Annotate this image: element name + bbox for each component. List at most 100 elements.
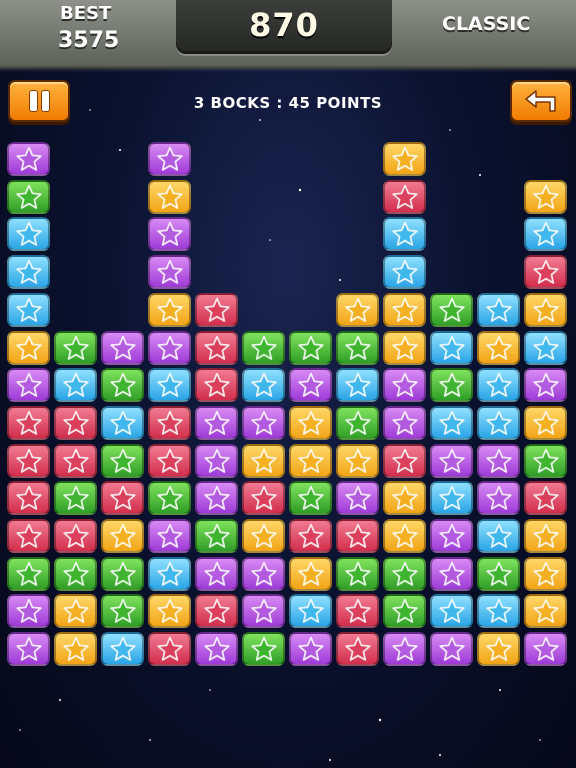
purple-star-block[interactable] — [7, 142, 50, 176]
red-star-block[interactable] — [242, 481, 285, 516]
blue-star-block[interactable] — [477, 292, 520, 327]
yellow-star-block[interactable] — [524, 292, 567, 327]
purple-star-block[interactable] — [195, 443, 238, 478]
green-star-block[interactable] — [242, 632, 285, 667]
blue-star-block[interactable] — [101, 632, 144, 667]
green-star-block[interactable] — [430, 368, 473, 403]
green-star-block[interactable] — [54, 556, 97, 591]
red-star-block[interactable] — [195, 330, 238, 365]
green-star-block[interactable] — [7, 179, 50, 214]
purple-star-block[interactable] — [195, 481, 238, 516]
red-star-block[interactable] — [524, 255, 567, 290]
red-star-block[interactable] — [336, 519, 379, 553]
purple-star-block[interactable] — [383, 368, 426, 403]
blue-star-block[interactable] — [430, 405, 473, 440]
red-star-block[interactable] — [7, 519, 50, 553]
yellow-star-block[interactable] — [524, 556, 567, 591]
yellow-star-block[interactable] — [242, 519, 285, 553]
red-star-block[interactable] — [148, 405, 191, 440]
yellow-star-block[interactable] — [148, 292, 191, 327]
red-star-block[interactable] — [7, 481, 50, 516]
green-star-block[interactable] — [54, 330, 97, 365]
purple-star-block[interactable] — [242, 405, 285, 440]
red-star-block[interactable] — [54, 519, 97, 553]
blue-star-block[interactable] — [477, 405, 520, 440]
purple-star-block[interactable] — [148, 142, 191, 176]
yellow-star-block[interactable] — [383, 519, 426, 553]
red-star-block[interactable] — [7, 405, 50, 440]
green-star-block[interactable] — [383, 556, 426, 591]
blue-star-block[interactable] — [289, 594, 332, 629]
yellow-star-block[interactable] — [383, 330, 426, 365]
yellow-star-block[interactable] — [524, 405, 567, 440]
yellow-star-block[interactable] — [524, 594, 567, 629]
red-star-block[interactable] — [195, 594, 238, 629]
purple-star-block[interactable] — [195, 632, 238, 667]
green-star-block[interactable] — [289, 330, 332, 365]
purple-star-block[interactable] — [7, 594, 50, 629]
blue-star-block[interactable] — [524, 330, 567, 365]
red-star-block[interactable] — [148, 632, 191, 667]
purple-star-block[interactable] — [148, 255, 191, 290]
blue-star-block[interactable] — [148, 368, 191, 403]
blue-star-block[interactable] — [7, 292, 50, 327]
yellow-star-block[interactable] — [383, 142, 426, 176]
green-star-block[interactable] — [101, 368, 144, 403]
yellow-star-block[interactable] — [524, 179, 567, 214]
blue-star-block[interactable] — [336, 368, 379, 403]
red-star-block[interactable] — [195, 368, 238, 403]
purple-star-block[interactable] — [336, 481, 379, 516]
blue-star-block[interactable] — [7, 255, 50, 290]
purple-star-block[interactable] — [383, 405, 426, 440]
green-star-block[interactable] — [336, 405, 379, 440]
yellow-star-block[interactable] — [7, 330, 50, 365]
yellow-star-block[interactable] — [289, 443, 332, 478]
red-star-block[interactable] — [524, 481, 567, 516]
red-star-block[interactable] — [336, 632, 379, 667]
purple-star-block[interactable] — [289, 632, 332, 667]
green-star-block[interactable] — [101, 556, 144, 591]
green-star-block[interactable] — [101, 443, 144, 478]
red-star-block[interactable] — [7, 443, 50, 478]
yellow-star-block[interactable] — [524, 519, 567, 553]
purple-star-block[interactable] — [7, 632, 50, 667]
green-star-block[interactable] — [477, 556, 520, 591]
purple-star-block[interactable] — [242, 556, 285, 591]
blue-star-block[interactable] — [430, 594, 473, 629]
green-star-block[interactable] — [195, 519, 238, 553]
red-star-block[interactable] — [54, 405, 97, 440]
yellow-star-block[interactable] — [54, 632, 97, 667]
blue-star-block[interactable] — [430, 330, 473, 365]
blue-star-block[interactable] — [477, 368, 520, 403]
green-star-block[interactable] — [54, 481, 97, 516]
red-star-block[interactable] — [195, 292, 238, 327]
blue-star-block[interactable] — [7, 217, 50, 252]
blue-star-block[interactable] — [430, 481, 473, 516]
green-star-block[interactable] — [336, 330, 379, 365]
purple-star-block[interactable] — [195, 405, 238, 440]
yellow-star-block[interactable] — [336, 292, 379, 327]
blue-star-block[interactable] — [148, 556, 191, 591]
green-star-block[interactable] — [524, 443, 567, 478]
red-star-block[interactable] — [383, 179, 426, 214]
yellow-star-block[interactable] — [383, 481, 426, 516]
purple-star-block[interactable] — [383, 632, 426, 667]
green-star-block[interactable] — [242, 330, 285, 365]
yellow-star-block[interactable] — [289, 556, 332, 591]
green-star-block[interactable] — [430, 292, 473, 327]
green-star-block[interactable] — [289, 481, 332, 516]
green-star-block[interactable] — [148, 481, 191, 516]
purple-star-block[interactable] — [430, 443, 473, 478]
blue-star-block[interactable] — [383, 255, 426, 290]
yellow-star-block[interactable] — [289, 405, 332, 440]
purple-star-block[interactable] — [148, 217, 191, 252]
yellow-star-block[interactable] — [477, 632, 520, 667]
red-star-block[interactable] — [54, 443, 97, 478]
purple-star-block[interactable] — [477, 481, 520, 516]
green-star-block[interactable] — [101, 594, 144, 629]
red-star-block[interactable] — [289, 519, 332, 553]
yellow-star-block[interactable] — [54, 594, 97, 629]
blue-star-block[interactable] — [524, 217, 567, 252]
purple-star-block[interactable] — [524, 632, 567, 667]
purple-star-block[interactable] — [242, 594, 285, 629]
